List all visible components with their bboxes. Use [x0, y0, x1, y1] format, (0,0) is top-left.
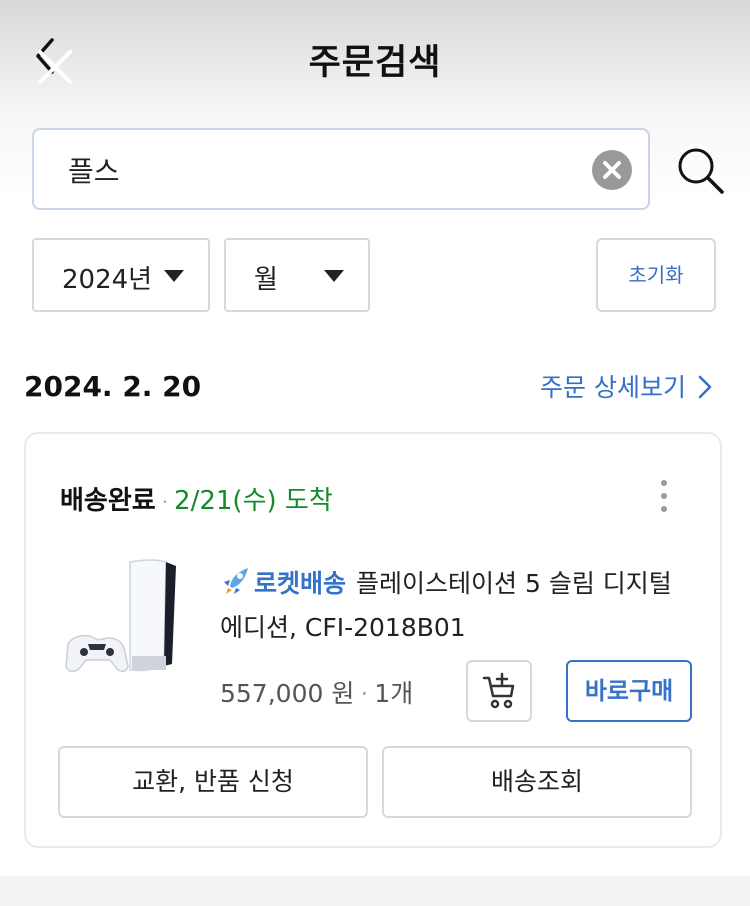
- header: 주문검색: [0, 0, 750, 118]
- chevron-right-icon: [698, 373, 712, 402]
- status-label: 배송완료: [60, 486, 156, 516]
- rocket-icon: [224, 568, 248, 594]
- cart-plus-icon: [482, 672, 515, 709]
- order-search-page: 주문검색 2024년 월 초기화 2024. 2. 20 주문 상세보기 배송완…: [0, 0, 750, 906]
- reset-button[interactable]: 초기화: [596, 238, 716, 312]
- product-image[interactable]: [64, 556, 188, 684]
- buy-now-button[interactable]: 바로구매: [566, 660, 692, 722]
- search-box[interactable]: [32, 128, 650, 210]
- delivery-status: 배송완료 · 2/21(수) 도착: [60, 480, 333, 517]
- order-date: 2024. 2. 20: [24, 370, 202, 403]
- search-icon[interactable]: [674, 144, 726, 196]
- product-title[interactable]: 로켓배송 플레이스테이션 5 슬림 디지털 에디션, CFI-2018B01: [220, 562, 690, 650]
- month-select-label: 월: [254, 265, 278, 295]
- page-title: 주문검색: [308, 43, 442, 83]
- year-select[interactable]: 2024년: [32, 238, 210, 312]
- separator-dot: ·: [161, 490, 169, 514]
- price-quantity: 557,000 원 · 1개: [220, 674, 413, 710]
- product-price: 557,000 원: [220, 679, 355, 708]
- order-detail-link-label: 주문 상세보기: [540, 373, 686, 402]
- caret-down-icon: [324, 270, 344, 282]
- exchange-return-button[interactable]: 교환, 반품 신청: [58, 746, 368, 818]
- track-delivery-button[interactable]: 배송조회: [382, 746, 692, 818]
- separator-dot: ·: [360, 679, 369, 708]
- year-select-label: 2024년: [62, 265, 153, 295]
- product-quantity: 1개: [374, 679, 414, 708]
- month-select[interactable]: 월: [224, 238, 370, 312]
- more-vertical-icon[interactable]: [654, 478, 674, 514]
- order-detail-link[interactable]: 주문 상세보기: [540, 368, 712, 404]
- footer-band: [0, 876, 750, 906]
- arrival-date: 2/21(수) 도착: [174, 486, 333, 516]
- order-card: 배송완료 · 2/21(수) 도착 로켓배송 플레이스테이션 5 슬림 디지털 에디션: [24, 432, 722, 848]
- clear-circle-icon[interactable]: [592, 150, 632, 190]
- search-input[interactable]: [68, 148, 568, 192]
- add-to-cart-button[interactable]: [466, 660, 532, 722]
- rocket-delivery-label: 로켓배송: [254, 569, 347, 598]
- caret-down-icon: [164, 270, 184, 282]
